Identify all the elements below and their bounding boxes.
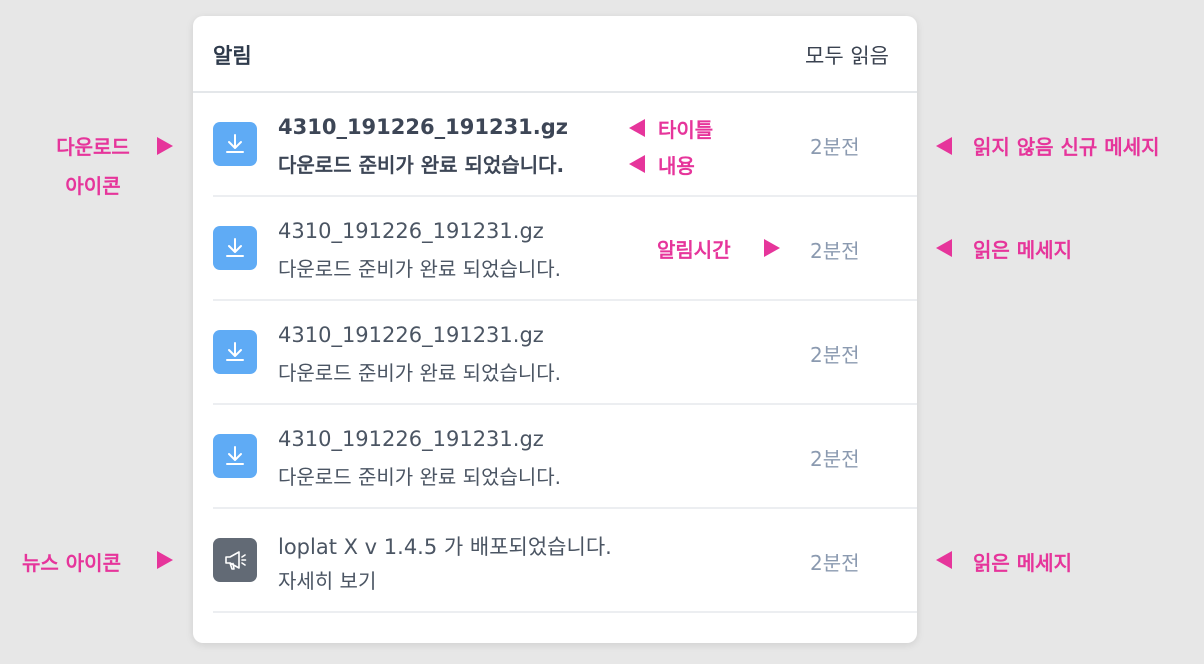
notification-time: 2분전	[810, 551, 860, 575]
notification-body: 다운로드 준비가 완료 되었습니다.	[278, 361, 562, 385]
notification-item[interactable]: loplat X v 1.4.5 가 배포되었습니다. 자세히 보기 2분전	[193, 509, 917, 613]
panel-header: 알림 모두 읽음	[193, 16, 917, 93]
arrow-left-icon	[629, 155, 645, 173]
arrow-left-icon	[936, 137, 952, 155]
annotation-text: 아이콘	[65, 174, 121, 198]
arrow-left-icon	[936, 239, 952, 257]
notification-item[interactable]: 4310_191226_191231.gz 다운로드 준비가 완료 되었습니다.…	[193, 301, 917, 405]
notification-item[interactable]: 4310_191226_191231.gz 다운로드 준비가 완료 되었습니다.…	[193, 405, 917, 509]
download-icon	[213, 226, 257, 270]
megaphone-icon	[213, 538, 257, 582]
annotation-notif-time: 알림시간	[657, 238, 731, 262]
arrow-right-icon	[764, 239, 780, 257]
notification-time: 2분전	[810, 135, 860, 159]
notification-time: 2분전	[810, 239, 860, 263]
notification-panel: 알림 모두 읽음 4310_191226_191231.gz 다운로드 준비가 …	[193, 16, 917, 643]
annotation-read: 읽은 메세지	[973, 551, 1072, 575]
notification-title: 4310_191226_191231.gz	[278, 323, 544, 347]
notification-body: 다운로드 준비가 완료 되었습니다.	[278, 257, 562, 281]
annotation-read: 읽은 메세지	[973, 238, 1072, 262]
panel-title: 알림	[213, 44, 252, 68]
annotation-title: 타이틀	[658, 118, 714, 142]
divider	[213, 611, 917, 613]
notification-body: 다운로드 준비가 완료 되었습니다.	[278, 465, 562, 489]
mark-all-read-button[interactable]: 모두 읽음	[805, 40, 889, 70]
annotation-text: 다운로드	[56, 135, 130, 159]
download-icon	[213, 122, 257, 166]
arrow-left-icon	[936, 551, 952, 569]
annotation-download-icon: 다운로드 아이콘	[38, 131, 148, 199]
notification-time: 2분전	[810, 447, 860, 471]
notification-link[interactable]: 자세히 보기	[278, 565, 376, 594]
notification-body: 다운로드 준비가 완료 되었습니다.	[278, 153, 565, 177]
arrow-left-icon	[629, 119, 645, 137]
arrow-right-icon	[157, 551, 173, 569]
notification-title: 4310_191226_191231.gz	[278, 427, 544, 451]
annotation-content: 내용	[658, 154, 695, 178]
notification-title: loplat X v 1.4.5 가 배포되었습니다.	[278, 535, 612, 559]
annotation-unread: 읽지 않음 신규 메세지	[973, 135, 1160, 159]
notification-title: 4310_191226_191231.gz	[278, 115, 569, 139]
download-icon	[213, 330, 257, 374]
notification-title: 4310_191226_191231.gz	[278, 219, 544, 243]
arrow-right-icon	[157, 137, 173, 155]
notification-item[interactable]: 4310_191226_191231.gz 다운로드 준비가 완료 되었습니다.…	[193, 93, 917, 197]
notification-item[interactable]: 4310_191226_191231.gz 다운로드 준비가 완료 되었습니다.…	[193, 197, 917, 301]
annotation-news-icon: 뉴스 아이콘	[22, 551, 121, 575]
download-icon	[213, 434, 257, 478]
notification-time: 2분전	[810, 343, 860, 367]
